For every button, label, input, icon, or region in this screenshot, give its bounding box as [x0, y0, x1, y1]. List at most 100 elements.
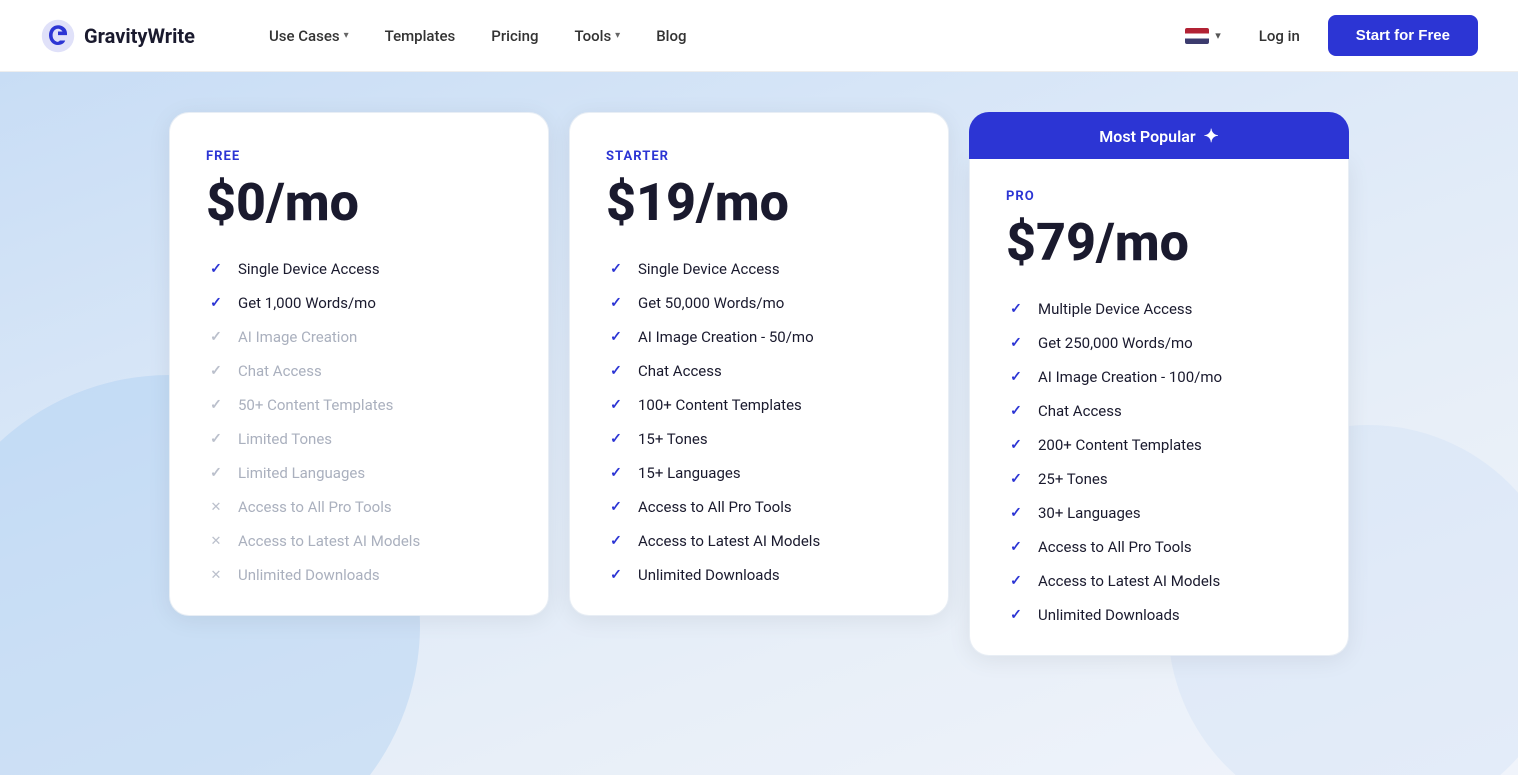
check-icon: ✓ — [606, 293, 626, 313]
nav-blog[interactable]: Blog — [642, 19, 700, 53]
check-icon-disabled: ✓ — [206, 361, 226, 381]
feature-text: Access to Latest AI Models — [638, 532, 820, 550]
plan-card-pro: PRO $79/mo ✓ Multiple Device Access ✓ Ge… — [969, 159, 1349, 656]
flag-icon — [1185, 28, 1209, 44]
chevron-down-icon-lang: ▾ — [1215, 29, 1221, 42]
feature-text: 15+ Languages — [638, 464, 741, 482]
feature-text: Single Device Access — [238, 260, 380, 278]
list-item: ✕ Access to Latest AI Models — [206, 531, 512, 551]
list-item: ✓ Access to All Pro Tools — [606, 497, 912, 517]
nav-templates[interactable]: Templates — [371, 19, 470, 53]
x-icon: ✕ — [206, 531, 226, 551]
check-icon: ✓ — [606, 429, 626, 449]
list-item: ✓ Access to Latest AI Models — [606, 531, 912, 551]
feature-text: AI Image Creation - 100/mo — [1038, 368, 1222, 386]
check-icon: ✓ — [1006, 435, 1026, 455]
list-item: ✓ AI Image Creation — [206, 327, 512, 347]
list-item: ✓ Limited Tones — [206, 429, 512, 449]
plan-price-free: $0/mo — [206, 174, 512, 231]
list-item: ✓ AI Image Creation - 50/mo — [606, 327, 912, 347]
feature-text: Access to All Pro Tools — [238, 498, 392, 516]
feature-text: 50+ Content Templates — [238, 396, 393, 414]
list-item: ✓ Get 250,000 Words/mo — [1006, 333, 1312, 353]
x-icon: ✕ — [206, 565, 226, 585]
check-icon: ✓ — [1006, 537, 1026, 557]
feature-text: 200+ Content Templates — [1038, 436, 1202, 454]
feature-text: Get 50,000 Words/mo — [638, 294, 784, 312]
list-item: ✕ Unlimited Downloads — [206, 565, 512, 585]
list-item: ✓ Chat Access — [206, 361, 512, 381]
feature-text: Chat Access — [1038, 402, 1122, 420]
feature-text: AI Image Creation - 50/mo — [638, 328, 814, 346]
check-icon: ✓ — [1006, 401, 1026, 421]
logo-text: GravityWrite — [84, 24, 195, 48]
start-free-button[interactable]: Start for Free — [1328, 15, 1478, 56]
feature-text: 100+ Content Templates — [638, 396, 802, 414]
feature-list-pro: ✓ Multiple Device Access ✓ Get 250,000 W… — [1006, 299, 1312, 625]
nav-tools-label: Tools — [574, 27, 611, 45]
check-icon: ✓ — [606, 327, 626, 347]
feature-text: Get 1,000 Words/mo — [238, 294, 376, 312]
plan-name-free: Free — [206, 149, 512, 164]
list-item: ✓ Single Device Access — [606, 259, 912, 279]
list-item: ✓ Get 50,000 Words/mo — [606, 293, 912, 313]
feature-text: Unlimited Downloads — [238, 566, 380, 584]
nav-pricing-label: Pricing — [491, 27, 538, 45]
feature-text: 15+ Tones — [638, 430, 708, 448]
check-icon: ✓ — [606, 497, 626, 517]
list-item: ✓ Unlimited Downloads — [1006, 605, 1312, 625]
feature-text: Unlimited Downloads — [638, 566, 780, 584]
nav-use-cases[interactable]: Use Cases ▾ — [255, 19, 363, 53]
check-icon-disabled: ✓ — [206, 429, 226, 449]
list-item: ✓ 25+ Tones — [1006, 469, 1312, 489]
check-icon: ✓ — [606, 463, 626, 483]
check-icon: ✓ — [1006, 299, 1026, 319]
feature-text: Access to All Pro Tools — [638, 498, 792, 516]
nav-use-cases-label: Use Cases — [269, 27, 340, 45]
pricing-row: Free $0/mo ✓ Single Device Access ✓ Get … — [60, 112, 1458, 656]
feature-text: Multiple Device Access — [1038, 300, 1192, 318]
login-button[interactable]: Log in — [1247, 19, 1312, 53]
main-content: Free $0/mo ✓ Single Device Access ✓ Get … — [0, 72, 1518, 775]
language-selector[interactable]: ▾ — [1175, 22, 1231, 50]
list-item: ✓ 200+ Content Templates — [1006, 435, 1312, 455]
x-icon: ✕ — [206, 497, 226, 517]
check-icon: ✓ — [606, 565, 626, 585]
feature-text: Chat Access — [638, 362, 722, 380]
feature-text: AI Image Creation — [238, 328, 357, 346]
plan-name-starter: STARTER — [606, 149, 912, 164]
check-icon: ✓ — [606, 259, 626, 279]
check-icon-disabled: ✓ — [206, 395, 226, 415]
plan-price-starter: $19/mo — [606, 174, 912, 231]
feature-list-free: ✓ Single Device Access ✓ Get 1,000 Words… — [206, 259, 512, 585]
sparkle-icon: ✦ — [1204, 126, 1219, 147]
list-item: ✓ 15+ Tones — [606, 429, 912, 449]
list-item: ✓ 30+ Languages — [1006, 503, 1312, 523]
feature-text: Get 250,000 Words/mo — [1038, 334, 1193, 352]
list-item: ✓ AI Image Creation - 100/mo — [1006, 367, 1312, 387]
list-item: ✓ 100+ Content Templates — [606, 395, 912, 415]
plan-card-starter: STARTER $19/mo ✓ Single Device Access ✓ … — [569, 112, 949, 616]
plan-card-free: Free $0/mo ✓ Single Device Access ✓ Get … — [169, 112, 549, 616]
check-icon-disabled: ✓ — [206, 327, 226, 347]
list-item: ✓ Single Device Access — [206, 259, 512, 279]
feature-list-starter: ✓ Single Device Access ✓ Get 50,000 Word… — [606, 259, 912, 585]
list-item: ✓ Unlimited Downloads — [606, 565, 912, 585]
list-item: ✓ Access to All Pro Tools — [1006, 537, 1312, 557]
logo-icon — [40, 18, 76, 54]
plan-price-pro: $79/mo — [1006, 214, 1312, 271]
feature-text: 25+ Tones — [1038, 470, 1108, 488]
nav-links: Use Cases ▾ Templates Pricing Tools ▾ Bl… — [255, 19, 1175, 53]
feature-text: Access to Latest AI Models — [238, 532, 420, 550]
check-icon: ✓ — [1006, 469, 1026, 489]
check-icon: ✓ — [1006, 367, 1026, 387]
nav-pricing[interactable]: Pricing — [477, 19, 552, 53]
feature-text: Limited Tones — [238, 430, 332, 448]
list-item: ✓ Chat Access — [1006, 401, 1312, 421]
check-icon: ✓ — [206, 293, 226, 313]
feature-text: Single Device Access — [638, 260, 780, 278]
check-icon-disabled: ✓ — [206, 463, 226, 483]
list-item: ✓ 50+ Content Templates — [206, 395, 512, 415]
nav-tools[interactable]: Tools ▾ — [560, 19, 634, 53]
logo-link[interactable]: GravityWrite — [40, 18, 195, 54]
